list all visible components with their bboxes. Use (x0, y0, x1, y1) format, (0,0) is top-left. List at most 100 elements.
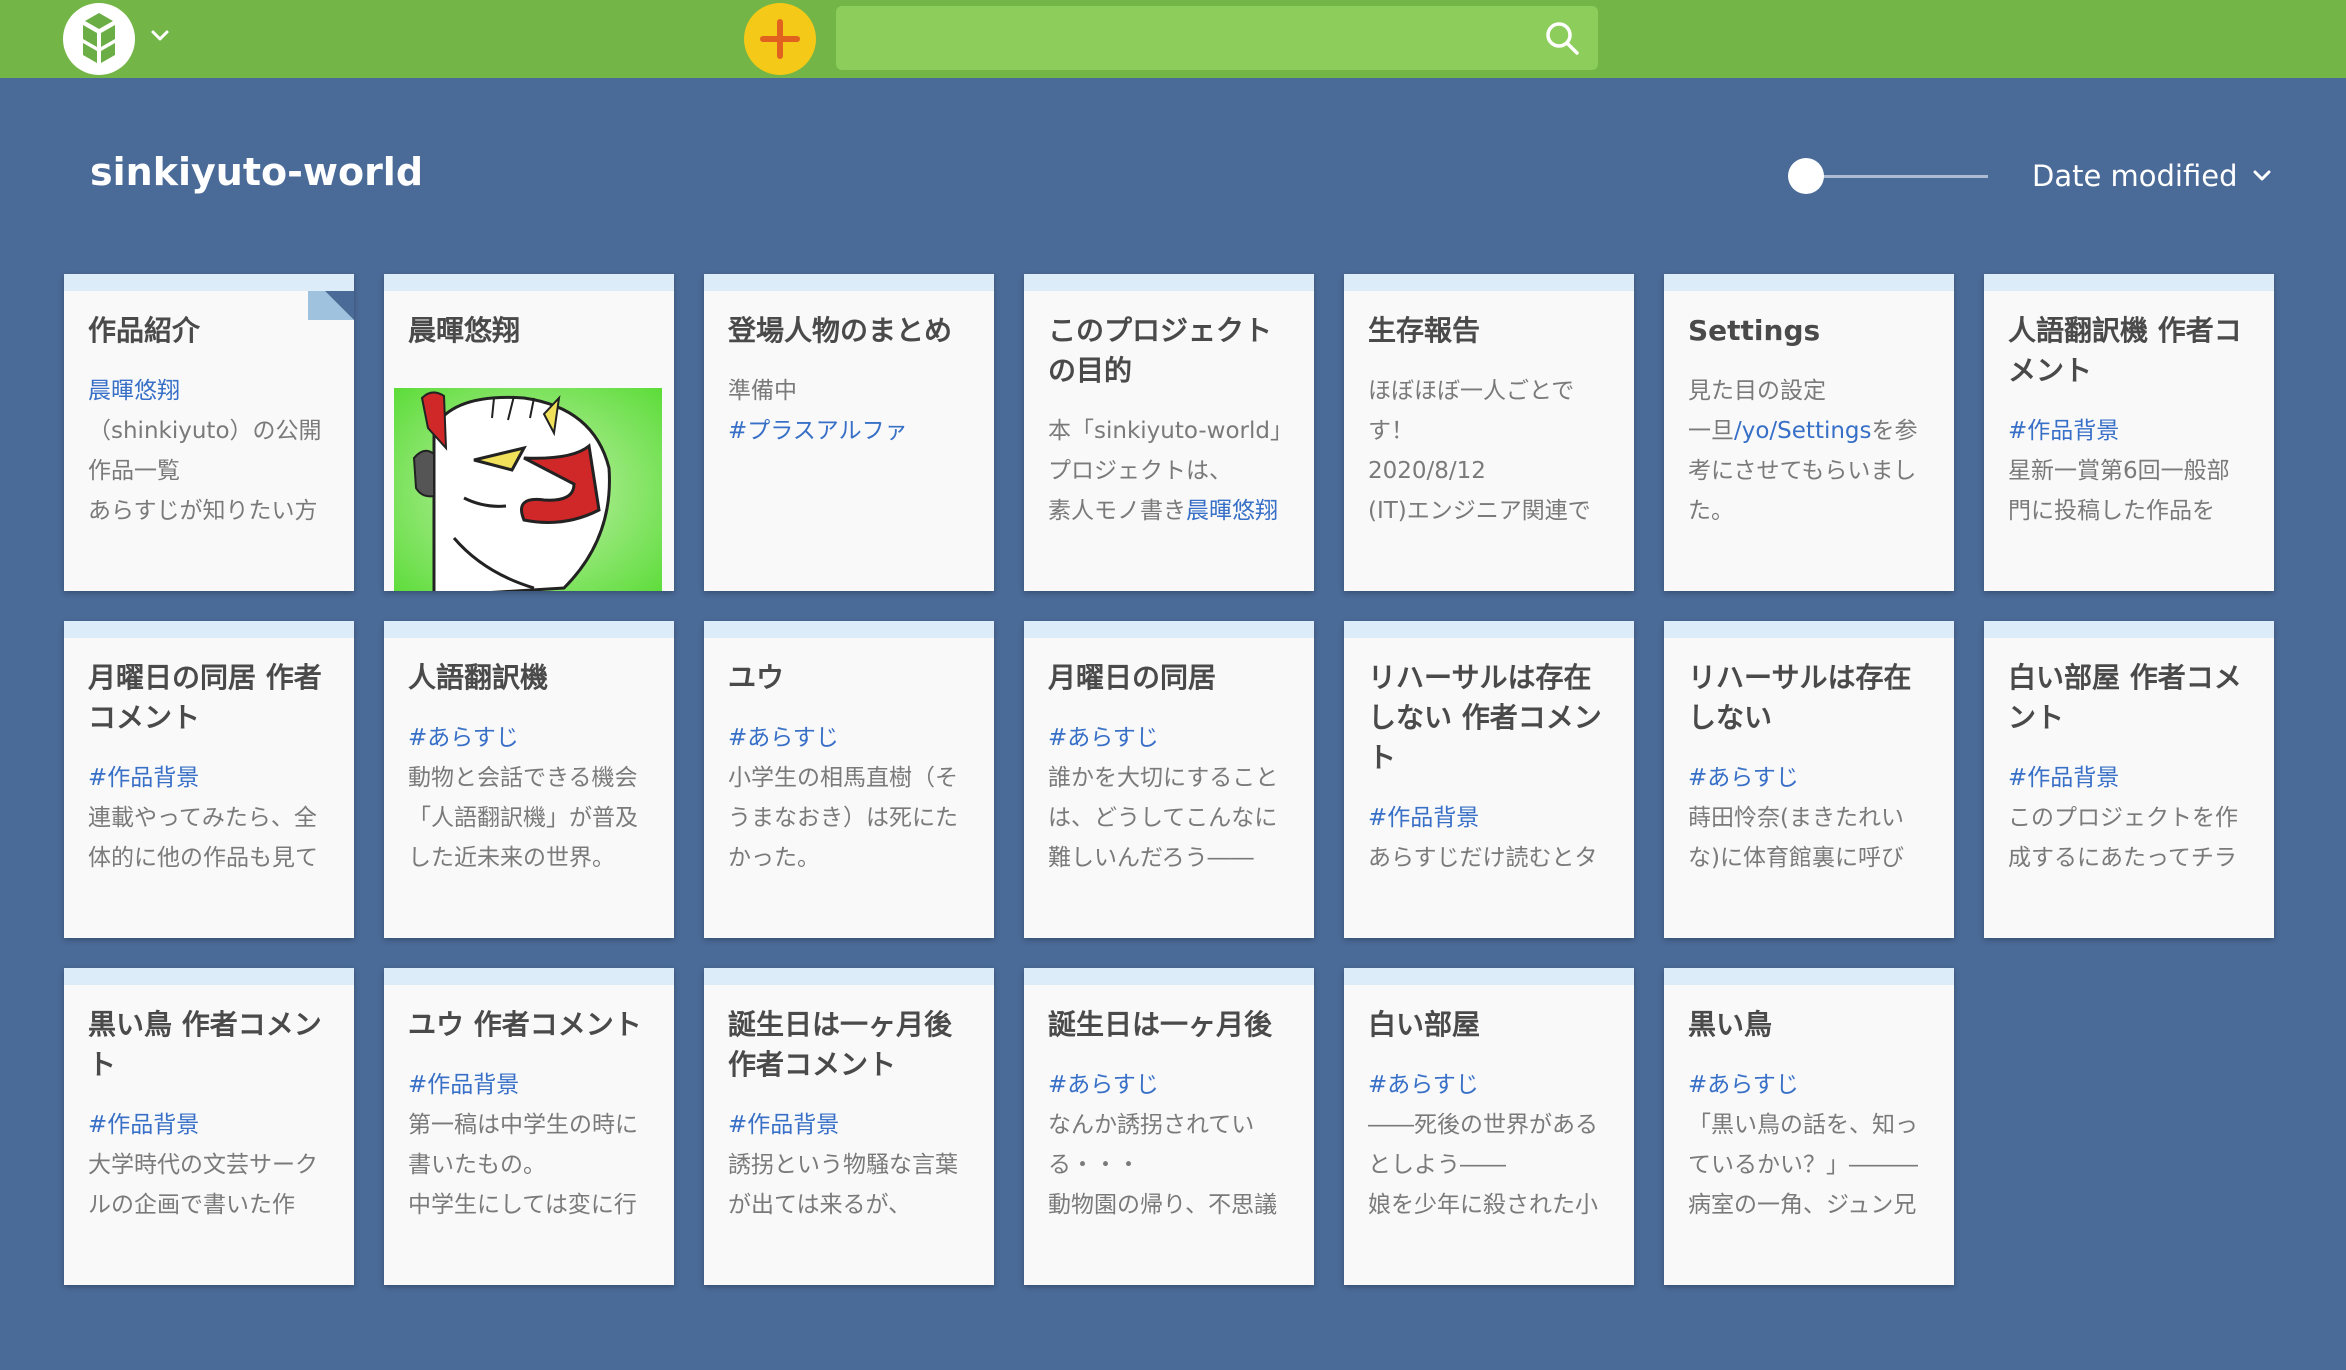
excerpt-text: 小学生の相馬直樹（そ (728, 765, 958, 791)
sort-label: Date modified (2032, 159, 2238, 193)
page-card[interactable]: 晨暉悠翔 (384, 274, 674, 591)
page-card[interactable]: ユウ #あらすじ 小学生の相馬直樹（そ うまなおき）は死にた かった。 (704, 621, 994, 938)
page-card[interactable]: 誕生日は一ヶ月後 作者コメント #作品背景 誘拐という物騒な言葉 が出ては来るが、 (704, 968, 994, 1285)
excerpt-link[interactable]: 晨暉悠翔 (1186, 498, 1278, 524)
search-icon[interactable] (1544, 20, 1580, 56)
excerpt-line: 2020/8/12 (1368, 451, 1610, 491)
excerpt-text: 「人語翻訳機」が普及 (408, 805, 638, 831)
excerpt-line: #作品背景 (88, 1105, 330, 1145)
page-card[interactable]: 月曜日の同居 #あらすじ 誰かを大切にすること は、どうしてこんなに 難しいんだろう―― (1024, 621, 1314, 938)
excerpt-text: 誰かを大切にすること (1048, 765, 1279, 791)
excerpt-link[interactable]: #あらすじ (728, 725, 839, 751)
page-card[interactable]: このプロジェクトの目的 本「sinkiyuto-world」 プロジェクトは、 素人モ… (1024, 274, 1314, 591)
excerpt-link[interactable]: #作品背景 (2008, 765, 2119, 791)
excerpt-link[interactable]: #作品背景 (88, 765, 199, 791)
excerpt-line: は、どうしてこんなに (1048, 798, 1290, 838)
excerpt-link[interactable]: #作品背景 (88, 1112, 199, 1138)
excerpt-text: ほぼほぼ一人ごとで (1368, 378, 1575, 404)
excerpt-line: なんか誘拐されてい (1048, 1105, 1290, 1145)
card-title: 登場人物のまとめ (728, 314, 953, 347)
excerpt-text: 第一稿は中学生の時に (408, 1112, 638, 1138)
excerpt-link[interactable]: #あらすじ (408, 725, 519, 751)
search-box (836, 6, 1598, 70)
page-card[interactable]: Settings 見た目の設定 一旦/yo/Settingsを参 考にさせてもらいまし… (1664, 274, 1954, 591)
card-title: 人語翻訳機 (408, 661, 549, 694)
excerpt-text: な)に体育館裏に呼び (1688, 845, 1904, 871)
excerpt-line: な)に体育館裏に呼び (1688, 838, 1930, 878)
excerpt-text: としよう―― (1368, 1152, 1506, 1178)
excerpt-text: 考にさせてもらいまし (1688, 458, 1917, 484)
excerpt-line: あらすじが知りたい方 (88, 491, 330, 531)
page-card[interactable]: 黒い鳥 作者コメント #作品背景 大学時代の文芸サーク ルの企画で書いた作 (64, 968, 354, 1285)
excerpt-link[interactable]: #作品背景 (1368, 805, 1479, 831)
excerpt-link[interactable]: #あらすじ (1048, 725, 1159, 751)
page-card[interactable]: 登場人物のまとめ準備中 #プラスアルファ (704, 274, 994, 591)
excerpt-link[interactable]: /yo/Settings (1734, 418, 1872, 444)
excerpt-text: 娘を少年に殺された小 (1368, 1192, 1598, 1218)
page-card[interactable]: リハーサルは存在しない #あらすじ 蒔田怜奈(まきたれい な)に体育館裏に呼び (1664, 621, 1954, 938)
excerpt-link[interactable]: 晨暉悠翔 (88, 378, 180, 404)
excerpt-text: 「黒い鳥の話を、知っ (1688, 1112, 1918, 1138)
slider-knob[interactable] (1788, 158, 1824, 194)
excerpt-text: 準備中 (728, 378, 797, 404)
excerpt-line: 娘を少年に殺された小 (1368, 1185, 1610, 1225)
search-input[interactable] (836, 6, 1526, 70)
excerpt-text: なんか誘拐されてい (1048, 1112, 1255, 1138)
card-excerpt: #あらすじ「黒い鳥の話を、知っているかい？」――― 病室の一角、ジュン兄 (1688, 1065, 1930, 1225)
excerpt-line: （shinkiyuto）の公開 (88, 411, 330, 451)
excerpt-line: 病室の一角、ジュン兄 (1688, 1185, 1930, 1225)
card-excerpt: #あらすじ 小学生の相馬直樹（そ うまなおき）は死にた かった。 (728, 718, 970, 878)
page-card[interactable]: 黒い鳥 #あらすじ「黒い鳥の話を、知っているかい？」――― 病室の一角、ジュン兄 (1664, 968, 1954, 1285)
excerpt-text: 2020/8/12 (1368, 458, 1486, 484)
page-card[interactable]: ユウ 作者コメント #作品背景 第一稿は中学生の時に 書いたもの。 中学生にしては変に行 (384, 968, 674, 1285)
excerpt-line: 誘拐という物騒な言葉 (728, 1145, 970, 1185)
excerpt-text: す！ (1368, 418, 1414, 444)
sort-dropdown[interactable]: Date modified (2032, 156, 2272, 196)
page-card[interactable]: 白い部屋 作者コメント #作品背景 このプロジェクトを作 成するにあたってチラ (1984, 621, 2274, 938)
excerpt-line: 門に投稿した作品を (2008, 491, 2250, 531)
card-excerpt: #あらすじ 蒔田怜奈(まきたれい な)に体育館裏に呼び (1688, 758, 1930, 878)
chevron-down-icon[interactable] (150, 26, 170, 46)
excerpt-line: #プラスアルファ (728, 411, 970, 451)
excerpt-line: 動物と会話できる機会 (408, 758, 650, 798)
excerpt-link[interactable]: #プラスアルファ (728, 418, 908, 444)
page-card[interactable]: 誕生日は一ヶ月後 #あらすじ なんか誘拐されてい る・・・ 動物園の帰り、不思議 (1024, 968, 1314, 1285)
excerpt-link[interactable]: #作品背景 (728, 1112, 839, 1138)
excerpt-line: #あらすじ (1688, 758, 1930, 798)
excerpt-text: かった。 (728, 845, 820, 871)
excerpt-link[interactable]: #作品背景 (408, 1072, 519, 1098)
logo-mark-icon (83, 13, 115, 63)
page-card[interactable]: 月曜日の同居 作者コメント #作品背景 連載やってみたら、全 体的に他の作品も見て (64, 621, 354, 938)
plus-icon (760, 19, 800, 59)
excerpt-text: 見た目の設定 (1688, 378, 1826, 404)
project-title[interactable]: sinkiyuto-world (90, 150, 423, 194)
card-excerpt: #あらすじ なんか誘拐されてい る・・・ 動物園の帰り、不思議 (1048, 1065, 1290, 1225)
excerpt-line: かった。 (728, 838, 970, 878)
slider-track[interactable] (1808, 175, 1988, 178)
excerpt-line: プロジェクトは、 (1048, 451, 1290, 491)
card-title: 生存報告 (1368, 314, 1481, 347)
excerpt-text: した近未来の世界。 (408, 845, 615, 871)
excerpt-text: あらすじが知りたい方 (88, 498, 318, 524)
excerpt-link[interactable]: #あらすじ (1688, 765, 1799, 791)
excerpt-text: 門に投稿した作品を (2008, 498, 2215, 524)
card-title: ユウ (728, 661, 785, 694)
excerpt-link[interactable]: #あらすじ (1688, 1072, 1799, 1098)
page-card[interactable]: 生存報告 ほぼほぼ一人ごとで す！ 2020/8/12 (IT)エンジニア関連で (1344, 274, 1634, 591)
page-card[interactable]: 白い部屋 #あらすじ ――死後の世界がある としよう―― 娘を少年に殺された小 (1344, 968, 1634, 1285)
page-card[interactable]: 人語翻訳機 #あらすじ動物と会話できる機会「人語翻訳機」が普及 した近未来の世界。 (384, 621, 674, 938)
app-logo-icon[interactable] (63, 3, 135, 75)
excerpt-link[interactable]: #あらすじ (1368, 1072, 1479, 1098)
card-title: 黒い鳥 (1688, 1008, 1773, 1041)
card-title: リハーサルは存在しない 作者コメント (1368, 661, 1602, 774)
excerpt-line: す！ (1368, 411, 1610, 451)
excerpt-line: 「人語翻訳機」が普及 (408, 798, 650, 838)
add-page-button[interactable] (744, 3, 816, 75)
excerpt-link[interactable]: #作品背景 (2008, 418, 2119, 444)
excerpt-link[interactable]: #あらすじ (1048, 1072, 1159, 1098)
excerpt-line: ているかい？」――― (1688, 1145, 1930, 1185)
page-card[interactable]: リハーサルは存在しない 作者コメント #作品背景 あらすじだけ読むとタ (1344, 621, 1634, 938)
card-size-slider[interactable] (1788, 156, 1988, 196)
page-card[interactable]: 作品紹介 晨暉悠翔 （shinkiyuto）の公開 作品一覧 あらすじが知りたい方 (64, 274, 354, 591)
page-card[interactable]: 人語翻訳機 作者コメント #作品背景 星新一賞第6回一般部 門に投稿した作品を (1984, 274, 2274, 591)
